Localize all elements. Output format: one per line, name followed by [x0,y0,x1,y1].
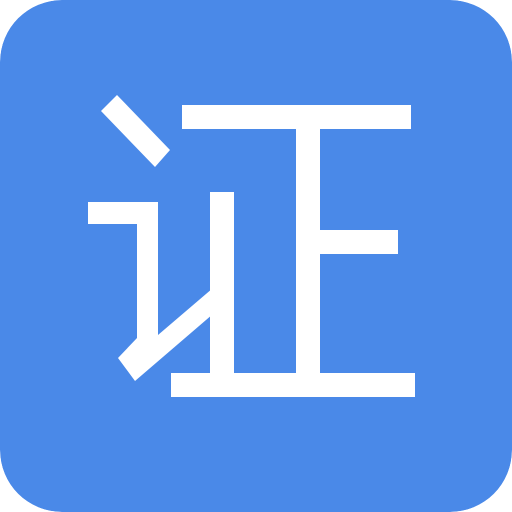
icon-background [0,0,512,512]
zheng-bottom-stroke [171,373,415,397]
zheng-character-icon [0,0,512,512]
radical-horizontal-stroke [88,202,158,224]
zheng-center-vertical-stroke [296,129,320,373]
zheng-left-vertical-stroke [210,192,234,373]
app-icon[interactable] [0,0,512,512]
zheng-middle-stroke [320,230,398,254]
zheng-top-stroke [182,105,411,129]
